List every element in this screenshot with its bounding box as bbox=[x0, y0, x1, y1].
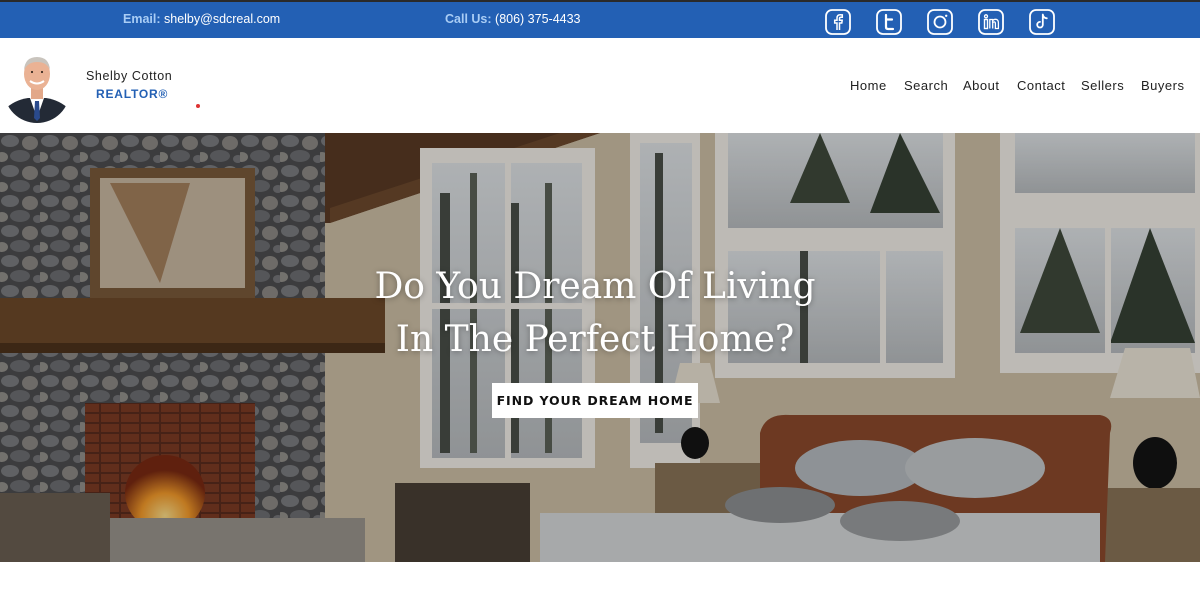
page-bottom-area bbox=[0, 562, 1200, 601]
contact-bar: Email: shelby@sdcreal.com Call Us: (806)… bbox=[0, 0, 1200, 38]
email-value[interactable]: shelby@sdcreal.com bbox=[164, 12, 280, 26]
nav-buyers[interactable]: Buyers bbox=[1141, 78, 1184, 93]
hero-section: Do You Dream Of Living In The Perfect Ho… bbox=[0, 133, 1200, 562]
phone-label: Call Us: bbox=[445, 12, 492, 26]
nav-sellers[interactable]: Sellers bbox=[1081, 78, 1124, 93]
email-label: Email: bbox=[123, 12, 161, 26]
agent-name: Shelby Cotton bbox=[86, 69, 173, 83]
nav-contact[interactable]: Contact bbox=[1017, 78, 1065, 93]
nav-about[interactable]: About bbox=[963, 78, 999, 93]
nav-home[interactable]: Home bbox=[850, 78, 887, 93]
site-header: Shelby Cotton REALTOR® Home Search About… bbox=[0, 38, 1200, 133]
hero-headline-line1: Do You Dream Of Living bbox=[374, 266, 816, 307]
phone-value[interactable]: (806) 375-4433 bbox=[495, 12, 580, 26]
hero-headline: Do You Dream Of Living In The Perfect Ho… bbox=[300, 260, 890, 366]
twitter-icon[interactable] bbox=[876, 9, 902, 35]
decorative-dot bbox=[196, 104, 200, 108]
facebook-icon[interactable] bbox=[825, 9, 851, 35]
find-dream-home-button[interactable]: FIND YOUR DREAM HOME bbox=[492, 383, 698, 418]
agent-title: REALTOR® bbox=[96, 87, 169, 101]
nav-search[interactable]: Search bbox=[904, 78, 948, 93]
hero-headline-line2: In The Perfect Home? bbox=[395, 319, 795, 360]
avatar bbox=[4, 48, 70, 123]
tiktok-icon[interactable] bbox=[1029, 9, 1055, 35]
instagram-icon[interactable] bbox=[927, 9, 953, 35]
phone-contact[interactable]: Call Us: (806) 375-4433 bbox=[445, 12, 581, 26]
linkedin-icon[interactable] bbox=[978, 9, 1004, 35]
email-contact[interactable]: Email: shelby@sdcreal.com bbox=[123, 12, 280, 26]
